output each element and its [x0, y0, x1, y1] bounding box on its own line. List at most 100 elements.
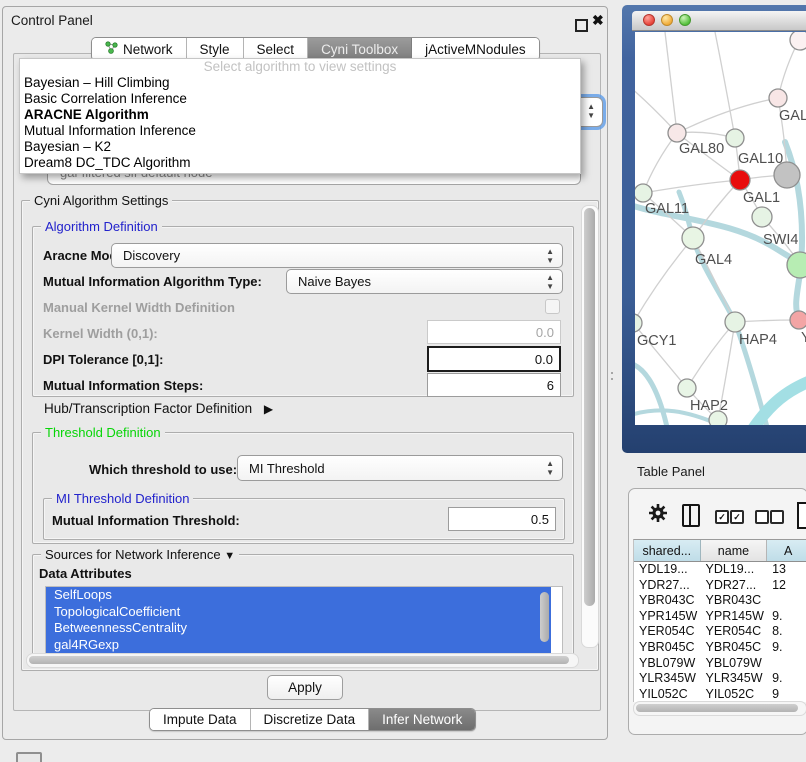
- table-row[interactable]: YBL079WYBL079W: [634, 656, 806, 672]
- zoom-window-icon[interactable]: [679, 14, 691, 26]
- expander-right-arrow-icon: ▶: [264, 402, 273, 416]
- node-swi4[interactable]: [752, 207, 772, 227]
- control-panel-window: Control Panel ✖ Network Style: [2, 6, 608, 740]
- list-item[interactable]: TopologicalCoefficient: [46, 604, 562, 621]
- table-horizontal-scrollbar[interactable]: [633, 701, 806, 716]
- mi-steps-field[interactable]: 6: [427, 373, 561, 397]
- tab-network[interactable]: Network: [92, 38, 187, 60]
- node-label: GAL10: [738, 151, 783, 167]
- tab-select[interactable]: Select: [244, 38, 309, 60]
- algorithm-option[interactable]: Dream8 DC_TDC Algorithm: [20, 155, 580, 171]
- table-row[interactable]: YBR045CYBR045C9.: [634, 640, 806, 656]
- cyni-algorithm-settings-group: Cyni Algorithm Settings Algorithm Defini…: [21, 200, 599, 671]
- node-label: HAP4: [739, 332, 777, 348]
- node-hap2[interactable]: [678, 379, 696, 397]
- node-gal1[interactable]: [730, 170, 750, 190]
- kernel-width-field[interactable]: 0.0: [427, 320, 561, 344]
- node[interactable]: [790, 32, 806, 50]
- node[interactable]: [769, 89, 787, 107]
- mi-steps-label: Mutual Information Steps:: [43, 378, 203, 393]
- node[interactable]: [787, 252, 806, 278]
- minimized-panel-icon[interactable]: [16, 752, 42, 762]
- mi-threshold-definition-title: MI Threshold Definition: [52, 491, 193, 506]
- table-row[interactable]: YBR043CYBR043C: [634, 593, 806, 609]
- aracne-mode-combo[interactable]: Discovery ▲▼: [111, 243, 563, 268]
- list-scrollbar-thumb[interactable]: [540, 592, 549, 642]
- float-window-button[interactable]: [575, 19, 588, 32]
- close-panel-button[interactable]: ✖: [592, 12, 604, 29]
- mi-threshold-label: Mutual Information Threshold:: [52, 513, 240, 528]
- deselect-all-checkbox-icon[interactable]: [770, 510, 784, 524]
- column-header-name[interactable]: name: [701, 540, 768, 561]
- node-gal11[interactable]: [635, 184, 652, 202]
- algorithm-popup-hint: Select algorithm to view settings: [20, 59, 580, 75]
- combo-arrows-icon: ▲▼: [587, 102, 595, 120]
- settings-horizontal-scrollbar[interactable]: [26, 653, 579, 668]
- node-table: shared... name A YDL19...YDL19...13 YDR2…: [633, 539, 806, 702]
- which-threshold-value: MI Threshold: [249, 461, 325, 476]
- settings-horizontal-scrollbar-thumb[interactable]: [29, 656, 569, 664]
- settings-vertical-scrollbar-thumb[interactable]: [584, 208, 595, 606]
- node-gcy1[interactable]: [635, 314, 642, 332]
- table-row[interactable]: YPR145WYPR145W9.: [634, 609, 806, 625]
- network-window-titlebar[interactable]: [632, 11, 806, 31]
- list-item[interactable]: SelfLoops: [46, 587, 562, 604]
- tab-style[interactable]: Style: [187, 38, 244, 60]
- column-header-shared-name[interactable]: shared...: [634, 540, 701, 561]
- panel-splitter-grip[interactable]: [609, 369, 616, 385]
- node-hap4[interactable]: [725, 312, 745, 332]
- select-all-checkbox-icon[interactable]: ✓: [715, 510, 729, 524]
- table-panel: ✓ ✓ shared... name A YDL19...YDL19...13 …: [628, 488, 806, 735]
- tab-discretize-data[interactable]: Discretize Data: [251, 709, 370, 730]
- tab-infer-network[interactable]: Infer Network: [369, 709, 475, 730]
- algorithm-option[interactable]: Bayesian – Hill Climbing: [20, 75, 580, 91]
- node-gal10[interactable]: [726, 129, 744, 147]
- network-tab-icon: [105, 41, 118, 57]
- mi-threshold-field[interactable]: 0.5: [448, 507, 556, 531]
- manual-kernel-width-checkbox[interactable]: [545, 299, 560, 314]
- mi-threshold-value: 0.5: [531, 512, 549, 527]
- table-row[interactable]: YIL052CYIL052C9: [634, 687, 806, 702]
- mi-type-value: Naive Bayes: [298, 274, 371, 289]
- manual-kernel-width-label: Manual Kernel Width Definition: [43, 300, 235, 315]
- which-threshold-label: Which threshold to use:: [89, 462, 237, 477]
- data-attributes-list: SelfLoops TopologicalCoefficient Between…: [45, 586, 563, 655]
- apply-button[interactable]: Apply: [267, 675, 343, 700]
- table-row[interactable]: YDL19...YDL19...13: [634, 562, 806, 578]
- network-canvas[interactable]: GAL GAL80 GAL10 GAL1 GAL11 SWI4 GAL4 GCY…: [635, 32, 806, 425]
- table-row[interactable]: YLR345WYLR345W9.: [634, 671, 806, 687]
- tab-cyni-toolbox[interactable]: Cyni Toolbox: [308, 38, 412, 60]
- sources-group-title: Sources for Network Inference ▼: [41, 547, 239, 562]
- export-table-icon[interactable]: [797, 502, 806, 529]
- list-item[interactable]: BetweennessCentrality: [46, 620, 562, 637]
- which-threshold-combo[interactable]: MI Threshold ▲▼: [237, 455, 563, 481]
- cyni-bottom-tabbar: Impute Data Discretize Data Infer Networ…: [149, 708, 476, 731]
- tab-jactivemnodules[interactable]: jActiveMNodules: [412, 38, 539, 60]
- combo-arrows-icon: ▲▼: [546, 273, 562, 291]
- close-window-icon[interactable]: [643, 14, 655, 26]
- algorithm-option[interactable]: Basic Correlation Inference: [20, 91, 580, 107]
- algorithm-option[interactable]: Mutual Information Inference: [20, 123, 580, 139]
- mi-algorithm-type-combo[interactable]: Naive Bayes ▲▼: [286, 269, 563, 294]
- show-columns-icon[interactable]: [682, 504, 700, 527]
- tab-impute-data[interactable]: Impute Data: [150, 709, 251, 730]
- hub-tf-definition-expander[interactable]: Hub/Transcription Factor Definition ▶: [44, 401, 273, 416]
- list-item[interactable]: gal4RGexp: [46, 637, 562, 654]
- node-gal4[interactable]: [682, 227, 704, 249]
- algorithm-option-selected[interactable]: ARACNE Algorithm: [20, 107, 580, 123]
- deselect-all-checkbox-icon[interactable]: [755, 510, 769, 524]
- dpi-tolerance-field[interactable]: 0.0: [427, 346, 561, 372]
- minimize-window-icon[interactable]: [661, 14, 673, 26]
- select-all-checkbox-icon[interactable]: ✓: [730, 510, 744, 524]
- algorithm-option[interactable]: Bayesian – K2: [20, 139, 580, 155]
- table-settings-gear-icon[interactable]: [647, 502, 669, 527]
- table-row[interactable]: YER054CYER054C8.: [634, 624, 806, 640]
- expander-down-arrow-icon: ▼: [224, 550, 235, 562]
- column-header-partial[interactable]: A: [767, 540, 806, 561]
- table-horizontal-scrollbar-thumb[interactable]: [636, 704, 798, 712]
- node-gal80[interactable]: [668, 124, 686, 142]
- settings-vertical-scrollbar[interactable]: [581, 205, 599, 648]
- dpi-tolerance-label: DPI Tolerance [0,1]:: [43, 352, 163, 367]
- node[interactable]: [790, 311, 806, 329]
- table-row[interactable]: YDR27...YDR27...12: [634, 578, 806, 594]
